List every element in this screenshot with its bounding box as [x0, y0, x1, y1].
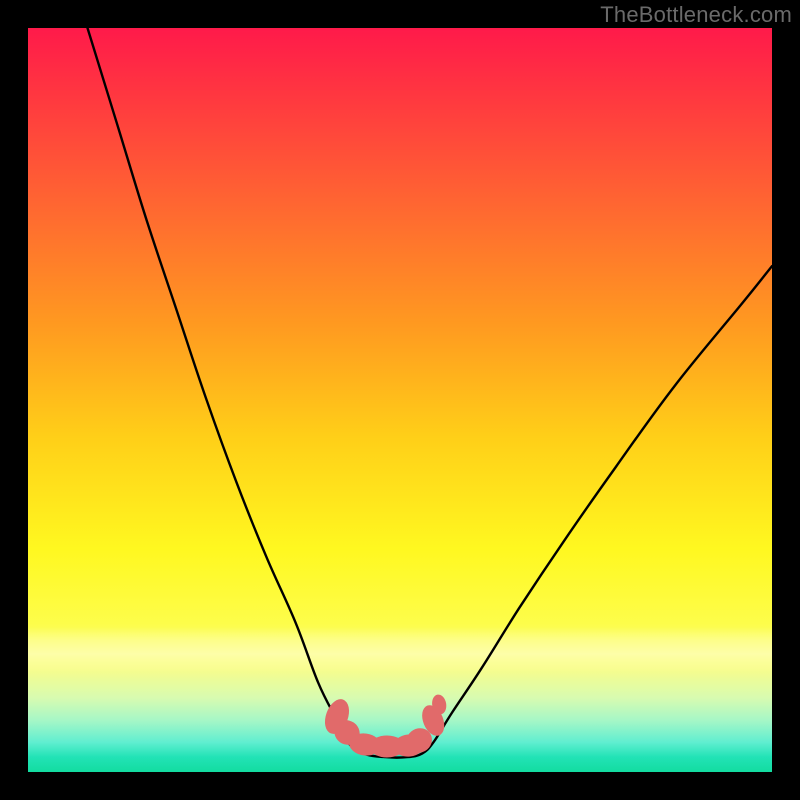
curve-layer — [28, 28, 772, 772]
chart-frame: TheBottleneck.com — [0, 0, 800, 800]
plot-area — [28, 28, 772, 772]
bottleneck-curve — [88, 28, 773, 758]
watermark-text: TheBottleneck.com — [600, 2, 792, 28]
